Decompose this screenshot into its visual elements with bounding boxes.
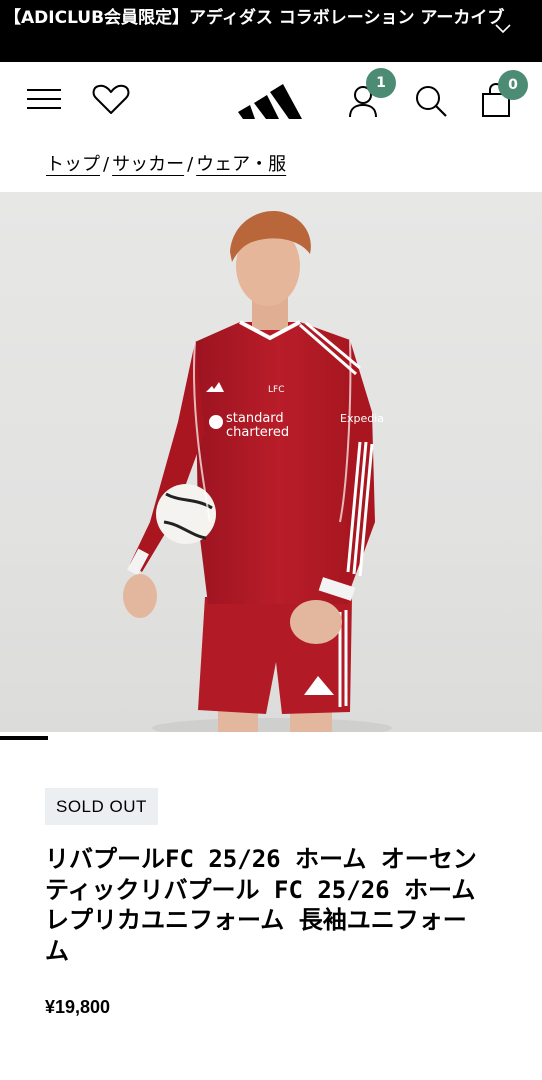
breadcrumb-item-top[interactable]: トップ (46, 154, 100, 175)
jersey-sponsor-line1: standard (226, 411, 284, 426)
jersey-crest-text: LFC (268, 385, 284, 395)
breadcrumb-separator: / (103, 154, 110, 175)
chevron-down-icon[interactable] (494, 22, 512, 36)
product-image[interactable]: LFC standard chartered Expedia (0, 192, 542, 732)
promo-banner[interactable]: 【ADICLUB会員限定】アディダス コラボレーション アーカイブ (0, 0, 542, 62)
wishlist-heart-icon[interactable] (92, 84, 130, 116)
account-badge: 1 (366, 68, 396, 98)
cart-badge: 0 (498, 70, 528, 100)
search-icon[interactable] (414, 84, 448, 118)
site-header: 1 0 (0, 62, 542, 140)
adidas-logo[interactable] (236, 78, 306, 122)
breadcrumb-item-apparel[interactable]: ウェア・服 (196, 154, 286, 175)
jersey-sponsor-line2: chartered (226, 425, 289, 440)
hamburger-menu-icon[interactable] (26, 87, 62, 113)
carousel-track (0, 736, 542, 740)
sold-out-badge: SOLD OUT (45, 788, 158, 825)
product-photo-illustration: LFC standard chartered Expedia (123, 211, 392, 732)
product-price: ¥19,800 (45, 997, 111, 1017)
breadcrumb-item-soccer[interactable]: サッカー (112, 154, 184, 175)
breadcrumb-separator: / (187, 154, 194, 175)
sleeve-sponsor-text: Expedia (340, 412, 384, 425)
carousel-indicator[interactable] (0, 736, 48, 740)
breadcrumb: トップ / サッカー / ウェア・服 (46, 150, 286, 182)
product-title: リバプールFC 25/26 ホーム オーセンティックリバプール FC 25/26… (45, 845, 477, 965)
promo-banner-text: 【ADICLUB会員限定】アディダス コラボレーション アーカイブ (4, 8, 505, 28)
